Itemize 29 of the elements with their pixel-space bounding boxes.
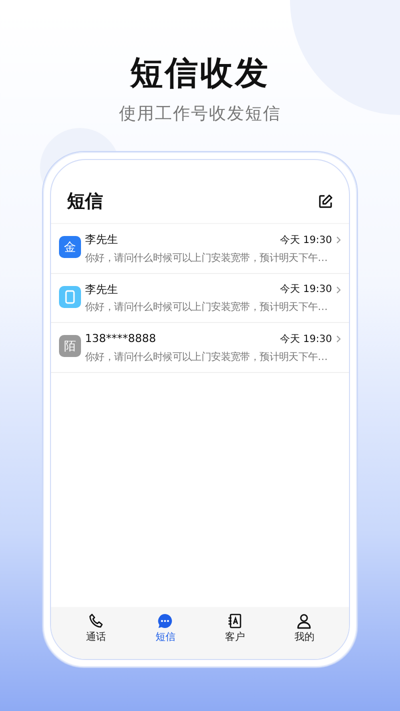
chat-bubble-icon [157,613,174,629]
tab-button[interactable]: 我的 [294,613,314,645]
avatar: 金 [59,236,81,258]
contact-name: 李先生 [85,282,118,298]
headline: 短信收发 [130,52,270,94]
screen-title: 短信 [67,190,103,214]
message-row[interactable]: 金 李先生 今天 19:30 你好，请问什么时候可以上门安装宽带，预计明天下午… [51,224,349,274]
contact-book-icon [226,613,243,629]
tab-button[interactable]: 短信 [155,613,176,645]
tab-button[interactable]: 通话 [86,613,106,645]
message-row[interactable]: 李先生 今天 19:30 你好，请问什么时候可以上门安装宽带，预计明天下午… [51,274,349,323]
contact-name: 李先生 [85,232,118,248]
message-time: 今天 19:30 [280,234,332,248]
chevron-icon [336,286,341,294]
person-icon [296,613,312,629]
compose-icon[interactable] [318,194,333,209]
message-time: 今天 19:30 [280,332,332,347]
contact-name: 138****8888 [85,331,156,347]
phone-icon [88,613,104,629]
message-preview: 你好，请问什么时候可以上门安装宽带，预计明天下午… [85,302,329,314]
avatar: 陌 [59,335,81,357]
message-time: 今天 19:30 [280,283,332,298]
tab-button[interactable]: 客户 [224,613,245,645]
message-row[interactable]: 陌 138****8888 今天 19:30 你好，请问什么时候可以上门安装宽带，预计明天下午… [51,323,349,372]
subheadline: 使用工作号收发短信 [119,102,281,126]
chevron-icon [336,335,341,344]
message-preview: 你好，请问什么时候可以上门安装宽带，预计明天下午… [85,352,329,364]
chevron-icon [336,236,341,244]
message-preview: 你好，请问什么时候可以上门安装宽带，预计明天下午… [85,252,329,264]
